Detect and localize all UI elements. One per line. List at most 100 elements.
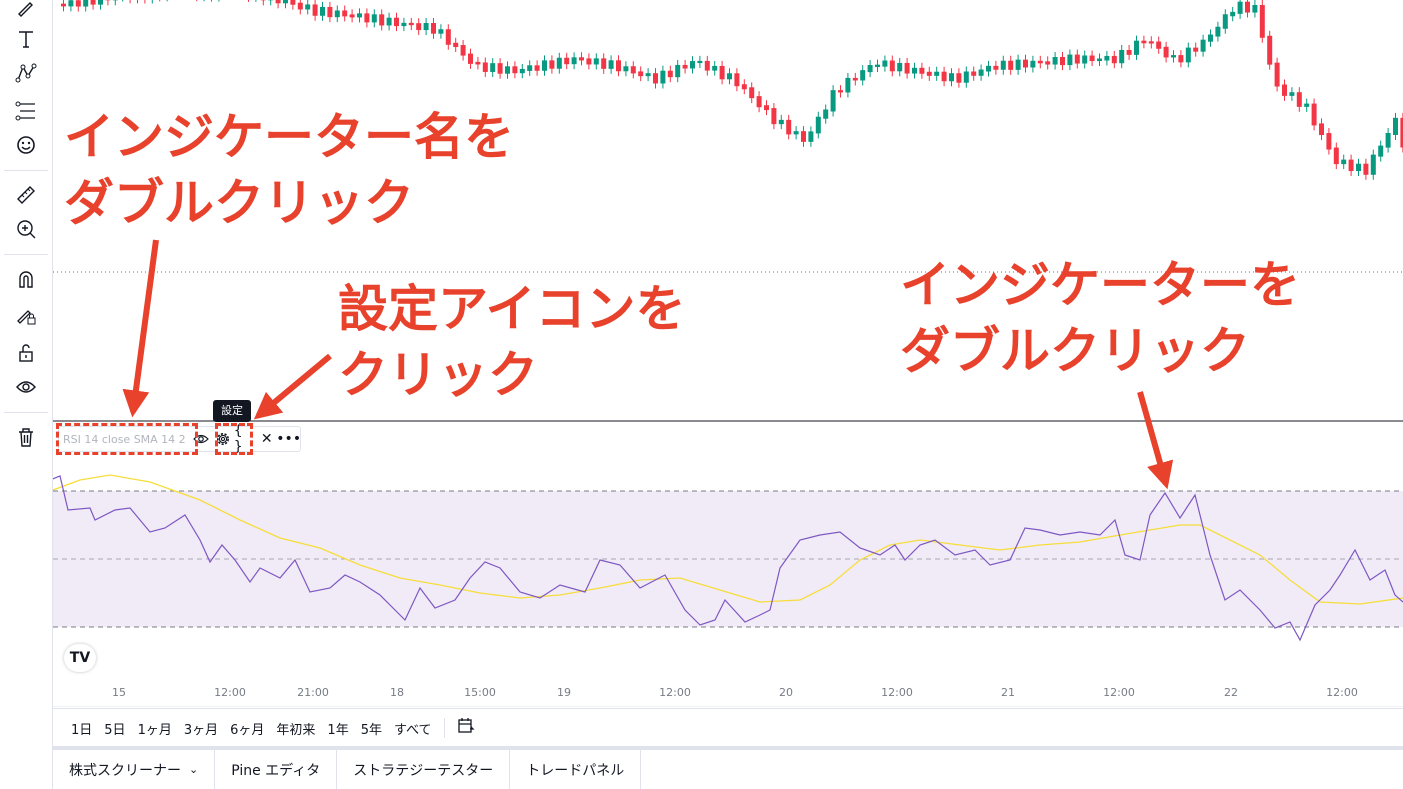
candle — [645, 73, 651, 77]
eye-icon[interactable] — [10, 372, 42, 402]
candle — [334, 10, 340, 18]
candle — [1333, 147, 1339, 165]
candle — [1237, 1, 1243, 14]
candle — [1052, 57, 1058, 65]
candle — [971, 71, 977, 76]
range-1y[interactable]: 1年 — [321, 719, 354, 738]
candle — [1178, 55, 1184, 63]
close-icon[interactable]: ✕ — [256, 428, 278, 450]
zoom-in-icon[interactable] — [10, 214, 42, 244]
candle — [1222, 14, 1228, 29]
candle — [83, 0, 89, 7]
tradingview-logo[interactable]: TV — [64, 644, 96, 672]
candle — [719, 65, 725, 80]
time-axis-label: 20 — [779, 686, 793, 699]
range-5y[interactable]: 5年 — [355, 719, 388, 738]
candle — [749, 87, 755, 99]
trash-icon[interactable] — [10, 422, 42, 452]
highlight-settings-icon — [215, 423, 253, 455]
pattern-icon[interactable] — [10, 58, 42, 88]
candle — [549, 60, 555, 69]
candle — [667, 70, 673, 78]
range-all[interactable]: すべて — [388, 719, 438, 738]
candle — [727, 73, 732, 80]
candle — [1148, 41, 1154, 44]
candle — [608, 60, 614, 69]
candle — [941, 71, 947, 82]
date-range-icon[interactable] — [451, 717, 481, 739]
candle — [956, 73, 962, 83]
range-bar: 1日 5日 1ヶ月 3ヶ月 6ヶ月 年初来 1年 5年 すべて — [53, 708, 1403, 747]
annotation-indicator-name: インジケーター名を ダブルクリック — [64, 108, 514, 232]
tab-strategy-tester[interactable]: ストラテジーテスター — [337, 750, 511, 789]
magnet-icon[interactable] — [10, 264, 42, 294]
time-axis-label: 21 — [1001, 686, 1015, 699]
tab-pine-editor[interactable]: Pine エディタ — [215, 750, 338, 789]
candle — [1037, 60, 1043, 64]
candle — [1393, 117, 1398, 136]
range-6m[interactable]: 6ヶ月 — [224, 719, 270, 738]
settings-tooltip: 設定 — [213, 400, 251, 422]
candle — [1089, 55, 1095, 62]
candle — [801, 131, 806, 142]
candle — [445, 29, 451, 45]
candle — [320, 6, 325, 16]
candle — [497, 63, 503, 74]
candle — [1074, 54, 1080, 64]
time-axis-label: 12:00 — [1103, 686, 1135, 699]
candle — [660, 70, 666, 84]
ruler-icon[interactable] — [10, 180, 42, 210]
emoji-icon[interactable] — [10, 130, 42, 160]
candle — [586, 58, 592, 65]
unlock-icon[interactable] — [10, 338, 42, 368]
candle — [401, 22, 407, 27]
candle — [90, 0, 96, 5]
candle — [993, 65, 999, 70]
tab-trade-panel[interactable]: トレードパネル — [510, 750, 642, 789]
candle — [912, 67, 917, 74]
more-icon[interactable]: ••• — [276, 428, 301, 450]
candle — [379, 14, 385, 26]
pen-icon[interactable] — [10, 0, 42, 22]
candle — [690, 61, 695, 69]
candle — [468, 53, 473, 64]
candle — [556, 57, 562, 69]
candle — [786, 119, 792, 135]
candle — [1267, 35, 1273, 65]
candle — [852, 77, 858, 81]
range-3m[interactable]: 3ヶ月 — [178, 719, 224, 738]
candle — [438, 29, 444, 34]
range-5d[interactable]: 5日 — [98, 719, 131, 738]
candle — [364, 13, 370, 23]
text-icon[interactable] — [10, 24, 42, 54]
candle — [312, 4, 318, 16]
candle — [771, 108, 777, 125]
annotation-indicator: インジケーターを ダブルクリック — [900, 256, 1300, 380]
candle — [1163, 46, 1169, 58]
candle — [1348, 159, 1354, 172]
range-1d[interactable]: 1日 — [65, 719, 98, 738]
candle — [1082, 55, 1088, 64]
candle — [571, 57, 577, 65]
chevron-down-icon: ⌄ — [189, 763, 199, 776]
candle — [926, 71, 932, 76]
candle — [1208, 34, 1213, 42]
candle — [1015, 59, 1021, 70]
candle — [897, 62, 903, 72]
candle — [460, 45, 466, 56]
lock-drawing-icon[interactable] — [10, 300, 42, 330]
candle — [1245, 1, 1250, 13]
candle — [1274, 62, 1280, 87]
candle — [423, 23, 429, 31]
range-ytd[interactable]: 年初来 — [270, 719, 321, 738]
candle — [1341, 159, 1347, 165]
range-1m[interactable]: 1ヶ月 — [132, 719, 178, 738]
candle — [490, 63, 496, 72]
candle — [675, 64, 681, 78]
drawing-toolbar — [0, 0, 53, 789]
time-axis-label: 15:00 — [464, 686, 496, 699]
candle — [889, 60, 895, 72]
fib-icon[interactable] — [10, 96, 42, 126]
candle — [653, 73, 658, 84]
tab-stock-screener[interactable]: 株式スクリーナー ⌄ — [53, 750, 216, 789]
